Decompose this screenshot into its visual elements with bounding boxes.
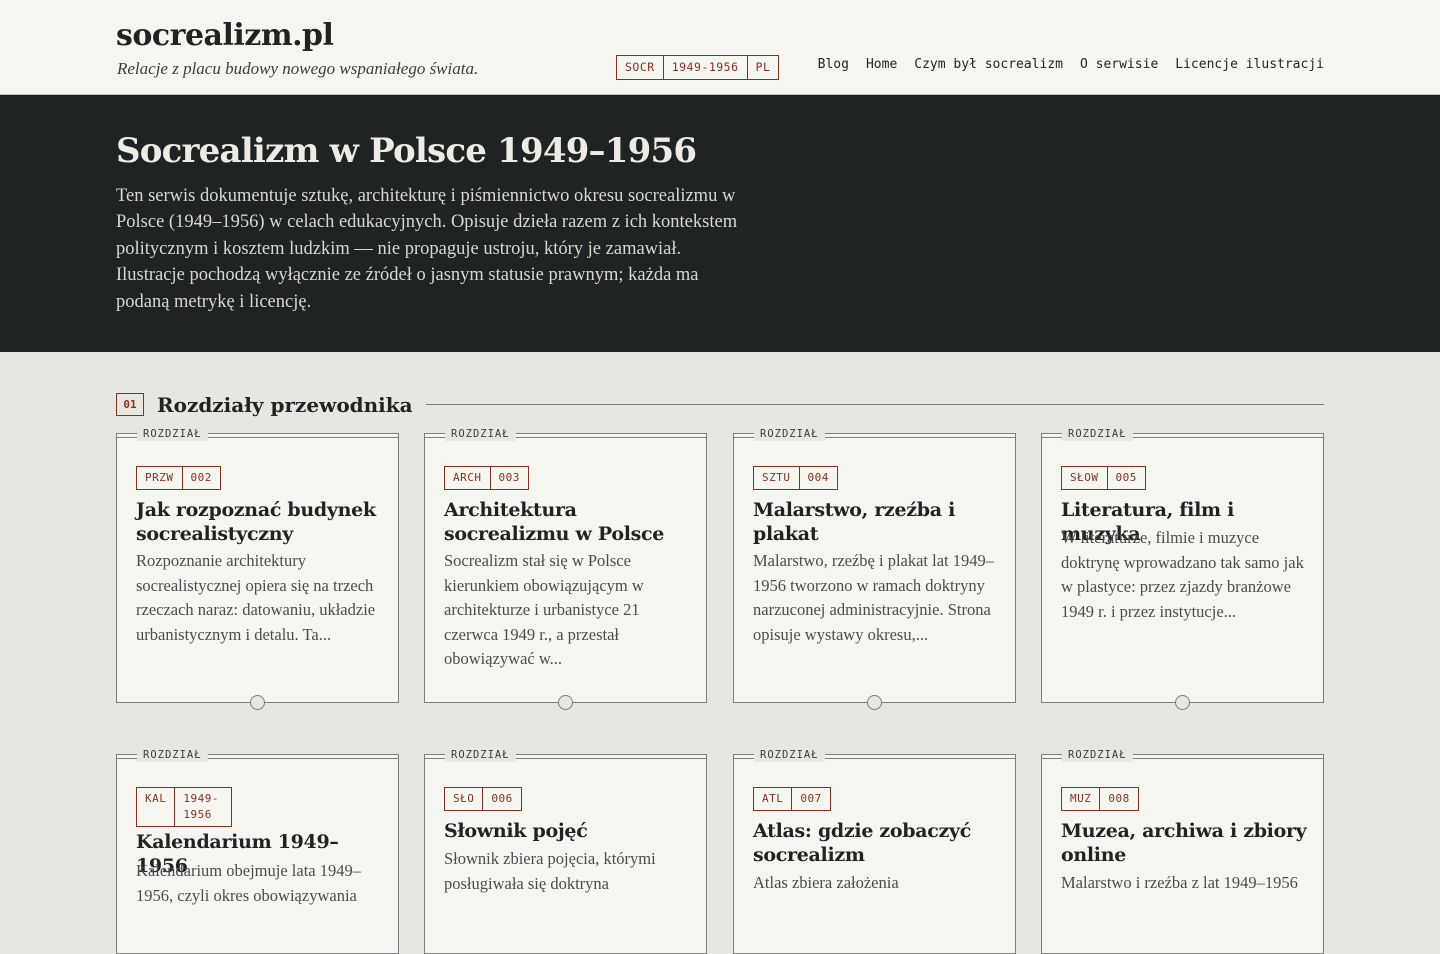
card-kicker: ROZDZIAŁ	[754, 427, 825, 441]
card-number: 003	[498, 471, 520, 484]
card-code: ATL	[754, 788, 793, 810]
badge-years: 1949-1956	[664, 56, 748, 79]
card-tags: SŁO 006	[444, 787, 522, 811]
nav-what-was-socrealism[interactable]: Czym był socrealizm	[914, 57, 1063, 72]
card-kicker: ROZDZIAŁ	[1062, 748, 1133, 762]
chapter-card[interactable]: ROZDZIAŁ SZTU 004 Malarstwo, rzeźba i pl…	[733, 427, 1016, 710]
card-number: 008	[1108, 792, 1130, 805]
card-code: SŁOW	[1062, 467, 1108, 489]
card-kicker: ROZDZIAŁ	[1062, 427, 1133, 441]
card-connector-dot	[557, 695, 573, 710]
card-tags: SZTU 004	[753, 466, 838, 490]
chapter-card[interactable]: ROZDZIAŁ ARCH 003 Architektura socrealiz…	[424, 427, 707, 710]
card-code: KAL	[137, 788, 176, 826]
card-number: 004	[807, 471, 829, 484]
card-kicker: ROZDZIAŁ	[137, 748, 208, 762]
card-code: PRZW	[137, 467, 183, 489]
chapter-card[interactable]: ROZDZIAŁ KAL 1949-1956 Kalendarium 1949–…	[116, 748, 399, 954]
card-tags: ATL 007	[753, 787, 831, 811]
card-kicker: ROZDZIAŁ	[754, 748, 825, 762]
card-kicker: ROZDZIAŁ	[445, 427, 516, 441]
section-header: 01 Rozdziały przewodnika	[116, 392, 1324, 417]
card-connector-dot	[249, 695, 265, 710]
card-number: 006	[491, 792, 513, 805]
card-kicker: ROZDZIAŁ	[445, 748, 516, 762]
card-title[interactable]: Muzea, archiwa i zbiory online	[1061, 820, 1311, 867]
badge-lang: PL	[755, 60, 771, 74]
section-title: Rozdziały przewodnika	[157, 393, 413, 417]
site-tagline: Relacje z placu budowy nowego wspaniałeg…	[117, 59, 479, 78]
card-title[interactable]: Jak rozpoznać budynek socrealistyczny	[136, 499, 386, 546]
chapter-card[interactable]: ROZDZIAŁ SŁOW 005 Literatura, film i muz…	[1041, 427, 1324, 710]
card-title[interactable]: Atlas: gdzie zobaczyć socrealizm	[753, 820, 1003, 867]
card-excerpt: Kalendarium obejmuje lata 1949–1956, czy…	[136, 861, 361, 905]
card-title[interactable]: Architektura socrealizmu w Polsce	[444, 499, 694, 546]
card-title[interactable]: Słownik pojęć	[444, 820, 694, 844]
card-code: SZTU	[754, 467, 800, 489]
hero-text: Ten serwis dokumentuje sztukę, architekt…	[116, 186, 738, 312]
nav-home[interactable]: Home	[866, 57, 897, 72]
chapter-card[interactable]: ROZDZIAŁ ATL 007 Atlas: gdzie zobaczyć s…	[733, 748, 1016, 954]
badge-socr: SOCR	[617, 56, 664, 79]
hero-section: Socrealizm w Polsce 1949–1956 Ten serwis…	[0, 95, 1440, 352]
site-header: socrealizm.pl Relacje z placu budowy now…	[0, 0, 1440, 95]
card-number: 005	[1115, 471, 1137, 484]
nav-blog[interactable]: Blog	[818, 57, 849, 72]
section-number: 01	[116, 392, 144, 416]
chapter-card[interactable]: ROZDZIAŁ PRZW 002 Jak rozpoznać budynek …	[116, 427, 399, 710]
card-code: SŁO	[445, 788, 484, 810]
period-badges: SOCR 1949-1956 PL	[616, 55, 780, 80]
card-connector-dot	[1174, 695, 1190, 710]
card-excerpt: Malarstwo i rzeźba z lat 1949–1956	[1061, 873, 1298, 892]
card-excerpt: Rozpoznanie architektury socrealistyczne…	[136, 551, 376, 644]
card-number: 1949-1956	[183, 792, 219, 821]
card-tags: SŁOW 005	[1061, 466, 1146, 490]
card-connector-dot	[866, 695, 882, 710]
card-excerpt: Socrealizm stał się w Polsce kierunkiem …	[444, 551, 644, 668]
card-kicker: ROZDZIAŁ	[137, 427, 208, 441]
card-tags: MUZ 008	[1061, 787, 1139, 811]
card-number: 007	[800, 792, 822, 805]
site-title[interactable]: socrealizm.pl	[116, 18, 334, 53]
section-divider	[425, 403, 1324, 405]
card-excerpt: W literaturze, filmie i muzyce doktrynę …	[1061, 528, 1304, 621]
nav-licenses[interactable]: Licencje ilustracji	[1175, 57, 1324, 72]
card-title[interactable]: Malarstwo, rzeźba i plakat	[753, 499, 1003, 546]
card-code: ARCH	[445, 467, 491, 489]
card-code: MUZ	[1062, 788, 1101, 810]
card-tags: ARCH 003	[444, 466, 529, 490]
card-tags: PRZW 002	[136, 466, 221, 490]
nav-about[interactable]: O serwisie	[1080, 57, 1158, 72]
main-nav: Blog Home Czym był socrealizm O serwisie…	[818, 57, 1324, 72]
card-excerpt: Malarstwo, rzeźbę i plakat lat 1949–1956…	[753, 551, 994, 644]
card-tags: KAL 1949-1956	[136, 787, 233, 827]
chapter-card[interactable]: ROZDZIAŁ SŁO 006 Słownik pojęć Słownik z…	[424, 748, 707, 954]
chapter-card[interactable]: ROZDZIAŁ MUZ 008 Muzea, archiwa i zbiory…	[1041, 748, 1324, 954]
card-excerpt: Słownik zbiera pojęcia, którymi posługiw…	[444, 849, 656, 893]
card-number: 002	[190, 471, 212, 484]
card-excerpt: Atlas zbiera założenia	[753, 873, 899, 892]
hero-title: Socrealizm w Polsce 1949–1956	[116, 131, 697, 171]
